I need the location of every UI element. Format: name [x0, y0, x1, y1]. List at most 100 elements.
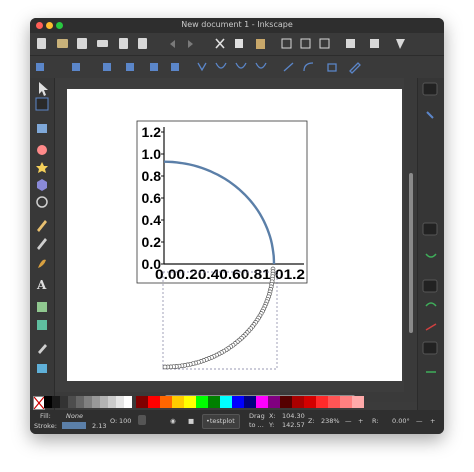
spray-icon[interactable]: [37, 302, 47, 312]
rotate-minus-button[interactable]: —: [416, 417, 423, 425]
color-swatch[interactable]: [244, 396, 256, 408]
circle-icon[interactable]: [37, 145, 47, 155]
mesh-icon[interactable]: [37, 320, 47, 330]
zoom-page-icon[interactable]: [319, 38, 330, 49]
snap-midpoint-icon[interactable]: [425, 323, 437, 331]
color-swatch[interactable]: [160, 396, 172, 408]
spiral-icon[interactable]: [36, 196, 48, 208]
color-swatch[interactable]: [352, 396, 364, 408]
color-swatch[interactable]: [148, 396, 160, 408]
color-swatch[interactable]: [44, 396, 52, 408]
delete-node-icon[interactable]: [72, 63, 80, 71]
color-swatch[interactable]: [340, 396, 352, 408]
print-icon[interactable]: [97, 40, 108, 47]
pen-icon[interactable]: [37, 238, 47, 250]
xml-editor-icon[interactable]: [396, 39, 405, 49]
vertical-scroll-thumb[interactable]: [409, 173, 413, 333]
selector-icon[interactable]: [39, 82, 48, 96]
color-swatch[interactable]: [136, 396, 148, 408]
color-swatch[interactable]: [268, 396, 280, 408]
insert-node-icon[interactable]: [36, 63, 44, 71]
path-node[interactable]: [162, 364, 168, 370]
zoom-in-button[interactable]: +: [358, 417, 363, 425]
color-swatch[interactable]: [52, 396, 60, 408]
vertical-scrollbar[interactable]: [404, 78, 418, 392]
cusp-node-icon[interactable]: [197, 62, 207, 72]
plot-drawing[interactable]: 1.21.00.80.60.40.20.0 0.00.20.40.60.81.0…: [67, 89, 402, 381]
color-swatch[interactable]: [208, 396, 220, 408]
rectangle-icon[interactable]: [37, 124, 47, 133]
snap-smooth-icon[interactable]: [425, 302, 437, 307]
color-swatch[interactable]: [316, 396, 328, 408]
join-nodes-icon[interactable]: [103, 63, 111, 71]
node-icon[interactable]: [35, 97, 49, 111]
stroke-to-path-icon[interactable]: [349, 62, 361, 74]
import-icon[interactable]: [119, 38, 128, 49]
snap-nodes-icon[interactable]: [422, 222, 438, 236]
line-segment-icon[interactable]: [283, 62, 294, 72]
join-segment-icon[interactable]: [150, 63, 158, 71]
color-swatch[interactable]: [60, 396, 68, 408]
stroke-width-value[interactable]: 2.13: [92, 422, 106, 430]
smooth-node-icon[interactable]: [215, 62, 227, 69]
color-swatch[interactable]: [256, 396, 268, 408]
page[interactable]: 1.2 1.0 0.8 0.6 0.4 0.2 0.0 0.00.20.40.60.81.0…: [67, 89, 402, 381]
color-swatch[interactable]: [76, 396, 84, 408]
opacity-value[interactable]: 100: [119, 417, 131, 425]
object-to-path-icon[interactable]: [327, 63, 337, 72]
zoom-value[interactable]: 238%: [321, 417, 340, 425]
dropper-icon[interactable]: [38, 344, 47, 354]
color-swatch[interactable]: [304, 396, 316, 408]
3d-box-icon[interactable]: [37, 179, 47, 191]
paste-icon[interactable]: [256, 39, 265, 49]
color-swatch[interactable]: [292, 396, 304, 408]
color-swatch[interactable]: [116, 396, 124, 408]
layer-lock-icon[interactable]: ■: [188, 417, 194, 425]
auto-smooth-icon[interactable]: [255, 62, 267, 69]
copy-icon[interactable]: [235, 39, 243, 48]
snap-toggle-icon[interactable]: [422, 82, 438, 96]
zoom-selection-icon[interactable]: [281, 38, 292, 49]
layer-selector[interactable]: •testplot: [202, 414, 240, 429]
open-icon[interactable]: [57, 39, 68, 48]
undo-icon[interactable]: [170, 40, 175, 48]
color-swatch[interactable]: [184, 396, 196, 408]
color-swatch[interactable]: [220, 396, 232, 408]
layer-visibility-icon[interactable]: ◉: [170, 417, 176, 425]
zoom-drawing-icon[interactable]: [300, 38, 311, 49]
zoom-out-button[interactable]: —: [345, 417, 352, 425]
color-swatch[interactable]: [68, 396, 76, 408]
opacity-stepper[interactable]: [138, 415, 146, 425]
star-icon[interactable]: [36, 162, 48, 173]
duplicate-icon[interactable]: [346, 39, 355, 48]
color-swatch[interactable]: [100, 396, 108, 408]
color-swatch[interactable]: [232, 396, 244, 408]
rotate-value[interactable]: 0.00°: [392, 417, 410, 425]
color-swatch[interactable]: [280, 396, 292, 408]
fill-value[interactable]: None: [66, 412, 83, 420]
pencil-icon[interactable]: [37, 220, 47, 232]
delete-segment-icon[interactable]: [171, 63, 179, 71]
redo-icon[interactable]: [188, 40, 193, 48]
color-swatch[interactable]: [196, 396, 208, 408]
snap-center-icon[interactable]: [422, 341, 438, 355]
text-icon[interactable]: A: [36, 278, 47, 292]
cut-icon[interactable]: [215, 38, 225, 49]
snap-bbox-icon[interactable]: [426, 111, 434, 119]
color-swatch[interactable]: [84, 396, 92, 408]
clone-icon[interactable]: [370, 39, 379, 48]
snap-cusp-icon[interactable]: [422, 279, 438, 293]
symmetric-node-icon[interactable]: [235, 62, 247, 69]
save-icon[interactable]: [77, 38, 87, 49]
color-swatch[interactable]: [172, 396, 184, 408]
break-path-icon[interactable]: [126, 63, 134, 71]
export-icon[interactable]: [138, 38, 147, 49]
stroke-swatch[interactable]: [62, 422, 86, 429]
snap-path-icon[interactable]: [425, 253, 437, 258]
calligraphy-icon[interactable]: [38, 259, 46, 268]
canvas[interactable]: 1.2 1.0 0.8 0.6 0.4 0.2 0.0 0.00.20.40.60.81.0…: [55, 78, 415, 392]
curve-segment-icon[interactable]: [303, 62, 314, 72]
color-swatch[interactable]: [108, 396, 116, 408]
rotate-plus-button[interactable]: +: [430, 417, 435, 425]
paint-bucket-icon[interactable]: [37, 364, 47, 373]
